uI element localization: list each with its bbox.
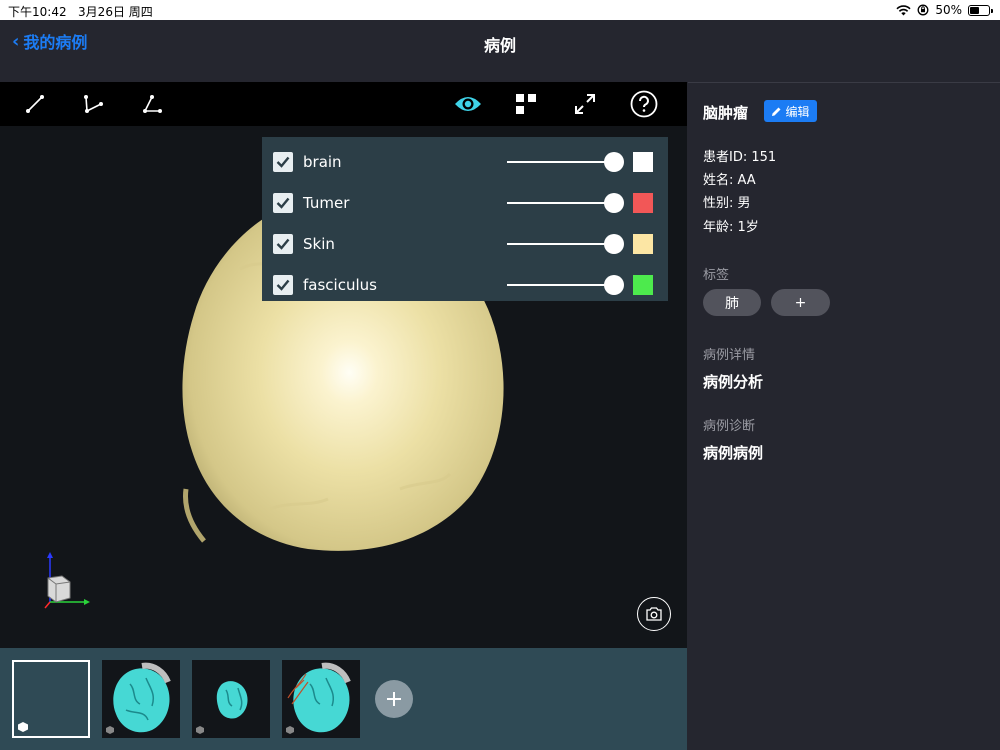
add-snapshot-button[interactable] — [375, 680, 413, 718]
patient-gender: 性别: 男 — [703, 196, 751, 211]
layer-panel: brain Tumer Skin fasciculus — [262, 137, 668, 301]
layer-row: Tumer — [262, 182, 668, 223]
snapshot-thumb-3[interactable] — [192, 660, 270, 738]
line-measure-icon[interactable] — [21, 90, 49, 118]
layer-row: Skin — [262, 223, 668, 264]
case-diagnosis-value: 病例病例 — [703, 444, 764, 462]
case-diagnosis-label: 病例诊断 — [703, 419, 756, 434]
eye-icon[interactable] — [452, 90, 484, 118]
layer-row: fasciculus — [262, 264, 668, 305]
tags-label: 标签 — [703, 268, 730, 283]
wifi-icon — [896, 4, 911, 15]
edit-button[interactable]: 编辑 — [764, 100, 817, 122]
layer-name: fasciculus — [303, 275, 377, 294]
slider-knob[interactable] — [604, 192, 624, 213]
patient-id: 患者ID: 151 — [703, 150, 777, 165]
pencil-icon — [772, 107, 781, 116]
add-tag-button[interactable]: + — [771, 289, 830, 316]
slider-knob[interactable] — [604, 274, 624, 295]
slider-knob[interactable] — [604, 233, 624, 254]
battery-percent: 50% — [935, 3, 962, 17]
battery-icon — [968, 4, 993, 16]
checkmark-icon — [276, 156, 290, 168]
layer-checkbox[interactable] — [273, 151, 293, 172]
case-detail-value: 病例分析 — [703, 373, 764, 391]
checkmark-icon — [276, 197, 290, 209]
checkmark-icon — [276, 279, 290, 291]
orientation-lock-icon — [917, 4, 929, 16]
layer-name: Tumer — [303, 193, 350, 212]
layer-color-swatch[interactable] — [633, 192, 653, 213]
patient-age: 年龄: 1岁 — [703, 220, 759, 235]
camera-icon — [646, 607, 662, 621]
layer-checkbox[interactable] — [273, 274, 293, 295]
layer-color-swatch[interactable] — [633, 274, 653, 295]
layer-checkbox[interactable] — [273, 233, 293, 254]
snapshot-thumb-4[interactable] — [282, 660, 360, 738]
help-icon[interactable] — [629, 89, 659, 119]
viewer-toolbar — [0, 82, 687, 126]
layer-name: Skin — [303, 234, 335, 253]
status-right: 50% — [896, 3, 993, 17]
edit-label: 编辑 — [785, 104, 810, 119]
cube-icon — [196, 726, 204, 734]
slider-knob[interactable] — [604, 151, 624, 172]
layer-checkbox[interactable] — [273, 192, 293, 213]
model-viewer[interactable]: brain Tumer Skin fasciculus — [0, 82, 687, 648]
axes-gizmo-icon — [44, 552, 90, 609]
cube-icon — [18, 722, 28, 732]
layer-opacity-slider[interactable] — [507, 233, 624, 254]
angle-measure-icon[interactable] — [79, 90, 107, 118]
triangle-measure-icon[interactable] — [138, 90, 166, 118]
layer-opacity-slider[interactable] — [507, 151, 624, 172]
cube-icon — [286, 726, 294, 734]
layer-opacity-slider[interactable] — [507, 274, 624, 295]
case-info-panel: 脑肿瘤 编辑 患者ID: 151 姓名: AA 性别: 男 年龄: 1岁 标签 … — [688, 82, 1000, 750]
status-bar: 下午10:42 3月26日 周四 50% — [0, 0, 1000, 20]
cube-icon — [106, 726, 114, 734]
checkmark-icon — [276, 238, 290, 250]
nav-bar: ‹ 我的病例 病例 — [0, 20, 1000, 82]
diagnosis-title: 脑肿瘤 — [703, 104, 749, 122]
tag-chip[interactable]: 肺 — [703, 289, 761, 316]
status-time-date: 下午10:42 3月26日 周四 — [8, 3, 153, 20]
case-detail-label: 病例详情 — [703, 348, 756, 363]
plus-icon — [387, 692, 401, 706]
snapshot-thumb-2[interactable] — [102, 660, 180, 738]
fullscreen-icon[interactable] — [571, 90, 599, 118]
snapshot-bar — [0, 648, 687, 750]
layer-opacity-slider[interactable] — [507, 192, 624, 213]
page-title: 病例 — [483, 36, 516, 55]
status-date: 3月26日 周四 — [78, 5, 153, 19]
layer-color-swatch[interactable] — [633, 151, 653, 172]
layer-name: brain — [303, 152, 342, 171]
layer-color-swatch[interactable] — [633, 233, 653, 254]
status-time: 下午10:42 — [8, 5, 67, 19]
patient-name: 姓名: AA — [703, 173, 756, 188]
snapshot-thumb-1[interactable] — [12, 660, 90, 738]
layer-row: brain — [262, 141, 668, 182]
grid-icon[interactable] — [512, 90, 540, 118]
camera-button[interactable] — [637, 597, 671, 631]
